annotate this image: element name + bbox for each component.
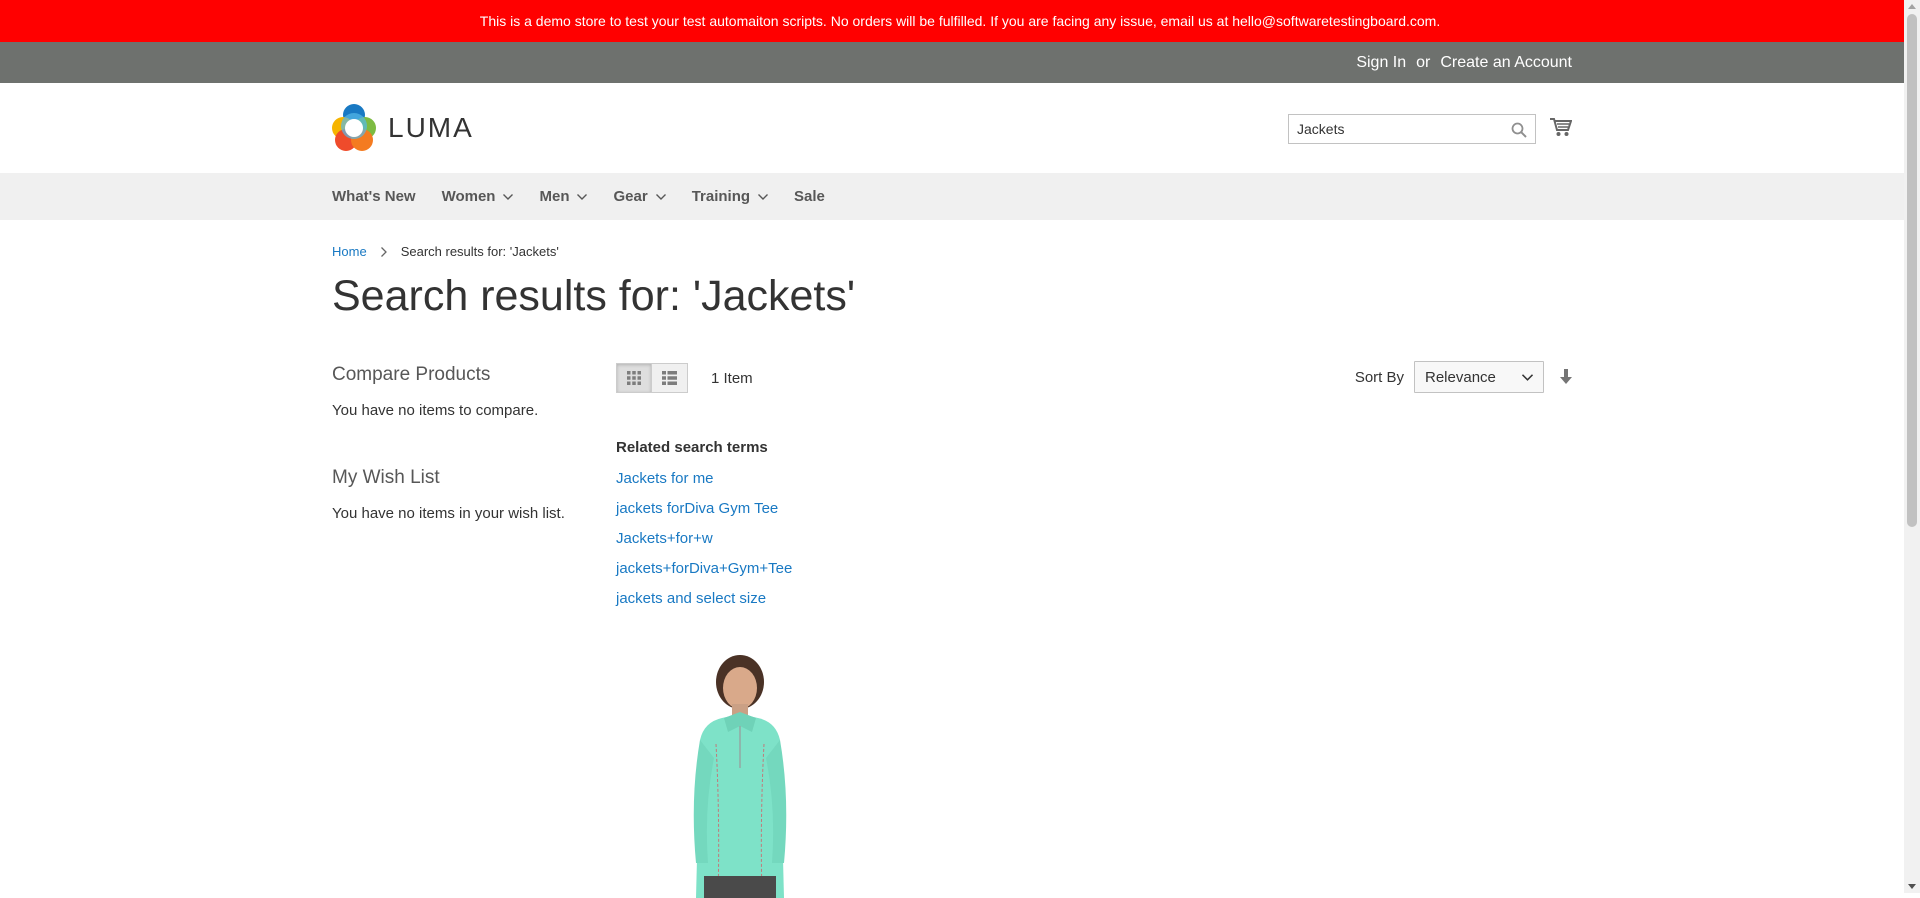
logo-text: LUMA xyxy=(388,111,474,143)
related-term: jackets and select size xyxy=(616,584,792,614)
related-title: Related search terms xyxy=(616,439,768,456)
search-box xyxy=(1288,114,1536,144)
chevron-down-icon xyxy=(577,193,588,200)
related-term: jackets+forDiva+Gym+Tee xyxy=(616,554,792,584)
list-mode-button[interactable] xyxy=(652,363,688,393)
wishlist-empty-text: You have no items in your wish list. xyxy=(332,505,565,522)
scroll-down-arrow-icon[interactable] xyxy=(1908,884,1916,889)
luma-logo-icon xyxy=(332,104,376,151)
related-term-link[interactable]: jackets forDiva Gym Tee xyxy=(616,500,778,517)
sort-by-select[interactable]: Relevance xyxy=(1414,361,1544,393)
nav-item-sale[interactable]: Sale xyxy=(794,188,825,205)
chevron-right-icon xyxy=(380,246,387,257)
nav-item-men[interactable]: Men xyxy=(539,188,588,205)
page-title: Search results for: 'Jackets' xyxy=(332,272,856,320)
breadcrumb-current: Search results for: 'Jackets' xyxy=(400,244,559,259)
grid-mode-button[interactable] xyxy=(616,363,652,393)
toolbar-amount: 1 Item xyxy=(711,370,753,387)
related-term: Jackets for me xyxy=(616,464,792,494)
related-term-link[interactable]: jackets+forDiva+Gym+Tee xyxy=(616,560,792,577)
nav-label: What's New xyxy=(332,188,416,205)
page-scrollbar[interactable] xyxy=(1904,0,1920,893)
demo-notice-bar: This is a demo store to test your test a… xyxy=(0,0,1920,42)
search-input[interactable] xyxy=(1289,121,1505,137)
sort-by-value: Relevance xyxy=(1425,368,1496,386)
chevron-down-icon xyxy=(503,193,514,200)
sort-by-label: Sort By xyxy=(1354,368,1404,386)
search-icon[interactable] xyxy=(1511,122,1527,138)
nav-label: Women xyxy=(441,188,496,205)
demo-notice-text: This is a demo store to test your test a… xyxy=(479,13,1441,29)
panel-header: Sign In or Create an Account xyxy=(0,42,1920,83)
related-term: Jackets+for+w xyxy=(616,524,792,554)
chevron-down-icon xyxy=(1522,373,1533,381)
chevron-down-icon xyxy=(655,193,666,200)
grid-icon xyxy=(627,371,641,385)
sorter: Sort By Relevance xyxy=(1355,361,1572,393)
sign-in-link[interactable]: Sign In xyxy=(1356,54,1406,72)
nav-label: Sale xyxy=(794,188,825,205)
view-modes xyxy=(616,363,688,393)
product-photo-jacket xyxy=(693,655,787,898)
nav-item-training[interactable]: Training xyxy=(691,188,769,205)
related-term: jackets forDiva Gym Tee xyxy=(616,494,792,524)
site-header: LUMA xyxy=(0,83,1920,173)
or-text: or xyxy=(1416,53,1431,71)
breadcrumb: Home Search results for: 'Jackets' xyxy=(332,244,559,259)
related-term-link[interactable]: jackets and select size xyxy=(616,590,766,607)
nav-item-gear[interactable]: Gear xyxy=(613,188,666,205)
create-account-link[interactable]: Create an Account xyxy=(1440,54,1572,72)
nav-label: Training xyxy=(691,188,751,205)
scrollbar-thumb[interactable] xyxy=(1907,14,1917,527)
header-links: Sign In or Create an Account xyxy=(1356,42,1572,83)
list-icon xyxy=(662,371,677,385)
nav-item-women[interactable]: Women xyxy=(442,188,514,205)
product-image[interactable] xyxy=(660,648,820,898)
related-term-link[interactable]: Jackets for me xyxy=(616,470,714,487)
related-term-link[interactable]: Jackets+for+w xyxy=(616,530,713,547)
breadcrumb-home-link[interactable]: Home xyxy=(332,244,367,259)
cart-icon[interactable] xyxy=(1550,117,1572,137)
compare-title: Compare Products xyxy=(332,364,491,385)
nav-item-whats-new[interactable]: What's New xyxy=(332,188,416,205)
main-nav: What's New Women Men Gear Training Sale xyxy=(0,173,1920,220)
wishlist-block: My Wish List You have no items in your w… xyxy=(332,467,572,522)
related-search-terms: Related search terms Jackets for me jack… xyxy=(616,439,792,614)
wishlist-title: My Wish List xyxy=(332,467,440,488)
scroll-up-arrow-icon[interactable] xyxy=(1908,4,1916,9)
nav-label: Men xyxy=(539,188,570,205)
sort-arrow-down-icon[interactable] xyxy=(1560,369,1572,385)
nav-list: What's New Women Men Gear Training Sale xyxy=(332,173,851,220)
logo[interactable]: LUMA xyxy=(332,104,474,151)
products-toolbar: 1 Item Sort By Relevance xyxy=(616,361,1572,397)
compare-empty-text: You have no items to compare. xyxy=(332,402,539,419)
chevron-down-icon xyxy=(758,193,769,200)
nav-label: Gear xyxy=(613,188,648,205)
sidebar: Compare Products You have no items to co… xyxy=(332,364,572,522)
